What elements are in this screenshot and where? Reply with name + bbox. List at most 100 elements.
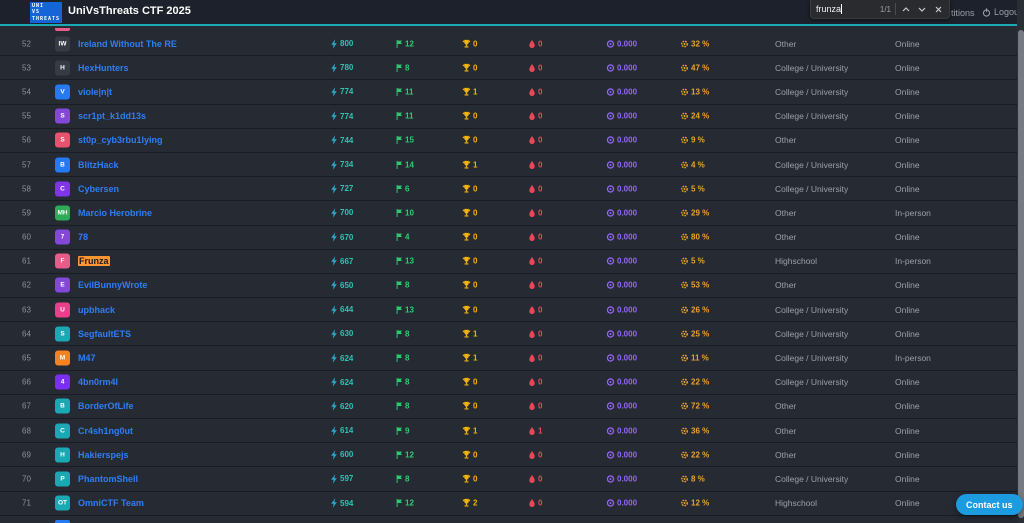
solve-percent-cell: 24 % <box>680 112 709 121</box>
team-name-link[interactable]: BorderOfLife <box>78 401 134 411</box>
team-name-link[interactable]: Marcio Herobrine <box>78 208 152 218</box>
table-row[interactable]: 68 C Cr4sh1ng0ut 614 9 1 1 0.000 36 % Ot… <box>0 419 1024 444</box>
team-name-link[interactable]: HexHunters <box>78 63 129 73</box>
status-label: In-person <box>895 207 931 218</box>
rank-label: 63 <box>22 305 31 315</box>
first-bloods-cell: 0 <box>528 499 542 508</box>
flags-cell: 8 <box>395 281 409 290</box>
category-label: Other <box>775 232 797 243</box>
table-row[interactable]: 67 B BorderOfLife 620 8 0 0 0.000 72 % O… <box>0 394 1024 419</box>
target-icon <box>606 426 615 435</box>
table-row[interactable]: 61 F Frunza 667 13 0 0 0.000 5 % Highsch… <box>0 249 1024 274</box>
team-name-link[interactable]: st0p_cyb3rbu1lying <box>78 135 163 145</box>
find-close-button[interactable] <box>932 2 944 16</box>
table-row[interactable]: 64 S SegfaultETS 630 8 1 0 0.000 25 % Co… <box>0 322 1024 347</box>
rank-label: 57 <box>22 160 31 170</box>
flag-icon <box>396 329 403 338</box>
table-row[interactable]: 57 B BlitzHack 734 14 1 0 0.000 4 % Coll… <box>0 152 1024 178</box>
table-row[interactable]: 63 U upbhack 644 13 0 0 0.000 26 % Colle… <box>0 298 1024 323</box>
target-icon <box>606 354 615 362</box>
find-input[interactable]: frunza <box>816 4 843 15</box>
flag-icon <box>396 63 403 72</box>
table-row[interactable]: 65 M M47 624 8 1 0 0.000 11 % College / … <box>0 346 1024 371</box>
logout-button[interactable]: Logout <box>982 7 1022 17</box>
team-name-link[interactable]: Ireland Without The RE <box>78 39 177 49</box>
table-row[interactable]: 56 S st0p_cyb3rbu1lying 744 15 0 0 0.000… <box>0 128 1024 153</box>
rating-cell: 0.000 <box>606 112 637 121</box>
lightning-icon <box>331 304 337 315</box>
univsthreats-logo[interactable]: UNI VS THREATS <box>30 2 62 23</box>
team-name-link[interactable]: 78 <box>78 232 88 242</box>
lightning-icon <box>331 62 337 73</box>
scrollbar-track[interactable] <box>1017 0 1024 523</box>
table-row[interactable]: 52 IW Ireland Without The RE 800 12 0 0 … <box>0 32 1024 57</box>
table-row[interactable]: 62 E EvilBunnyWrote 650 8 0 0 0.000 53 %… <box>0 273 1024 299</box>
avatar: 7 <box>55 229 70 245</box>
trophies-cell: 1 <box>462 87 477 96</box>
table-row[interactable]: 53 H HexHunters 780 8 0 0 0.000 47 % Col… <box>0 56 1024 81</box>
flag-icon <box>396 184 403 193</box>
table-row[interactable]: 71 OT OmniCTF Team 594 12 2 0 0.000 12 %… <box>0 491 1024 516</box>
team-name-link[interactable]: Frunza <box>78 256 110 267</box>
find-next-button[interactable] <box>916 2 928 16</box>
avatar: OT <box>55 495 70 511</box>
status-label: Online <box>895 280 920 291</box>
flags-cell: 13 <box>395 257 414 266</box>
team-name-link[interactable]: M47 <box>78 353 96 363</box>
trophies-cell: 0 <box>462 257 477 266</box>
team-name-link[interactable]: EvilBunnyWrote <box>78 280 147 290</box>
first-bloods-cell: 0 <box>528 39 542 48</box>
team-name-link[interactable]: SegfaultETS <box>78 329 131 339</box>
nav-competitions-partial[interactable]: titions <box>951 8 975 18</box>
avatar: V <box>55 84 70 100</box>
table-row[interactable]: 58 C Cybersen 727 6 0 0 0.000 5 % Colleg… <box>0 177 1024 202</box>
rank-label: 60 <box>22 232 31 242</box>
team-name-link[interactable]: Hakierspejs <box>78 450 129 460</box>
rank-label: 65 <box>22 353 31 363</box>
logo-line: THREATS <box>32 15 61 22</box>
status-label: Online <box>895 425 920 436</box>
team-name-link[interactable]: scr1pt_k1dd13s <box>78 111 146 121</box>
category-label: Other <box>775 135 797 146</box>
flag-icon <box>396 39 403 48</box>
avatar: B <box>55 398 70 414</box>
table-row[interactable]: 55 S scr1pt_k1dd13s 774 11 0 0 0.000 24 … <box>0 104 1024 129</box>
gear-icon <box>681 499 688 507</box>
score-cell: 780 <box>330 62 353 73</box>
first-bloods-cell: 0 <box>528 305 542 314</box>
target-icon <box>606 305 615 314</box>
team-name-link[interactable]: viole|n|t <box>78 87 112 97</box>
lightning-icon <box>331 280 337 291</box>
score-cell: 700 <box>330 208 353 218</box>
team-name-link[interactable]: 4bn0rm4l <box>78 377 118 387</box>
team-name-link[interactable]: BlitzHack <box>78 160 119 170</box>
team-name-link[interactable]: PhantomShell <box>78 474 138 484</box>
solve-percent-cell: 8 % <box>680 474 705 483</box>
table-row[interactable]: 66 4 4bn0rm4l 624 8 0 0 0.000 22 % Colle… <box>0 370 1024 395</box>
flags-cell: 15 <box>395 136 414 145</box>
flag-icon <box>396 257 403 266</box>
team-name-link[interactable]: upbhack <box>78 305 115 315</box>
gear-icon <box>681 233 688 241</box>
table-row[interactable]: 69 H Hakierspejs 600 12 0 0 0.000 22 % O… <box>0 443 1024 468</box>
gear-icon <box>681 378 688 386</box>
table-row[interactable]: 54 V viole|n|t 774 11 1 0 0.000 13 % Col… <box>0 80 1024 105</box>
find-previous-button[interactable] <box>900 2 912 16</box>
rank-label: 70 <box>22 474 31 484</box>
team-name-link[interactable]: Cr4sh1ng0ut <box>78 426 133 436</box>
gear-icon <box>681 185 688 193</box>
flag-icon <box>396 402 403 411</box>
flag-icon <box>396 87 403 96</box>
team-name-link[interactable]: OmniCTF Team <box>78 498 144 508</box>
lightning-icon <box>331 329 337 339</box>
contact-us-button[interactable]: Contact us <box>956 494 1023 515</box>
avatar: 4 <box>55 374 70 390</box>
scrollbar-thumb[interactable] <box>1017 30 1024 518</box>
table-row[interactable]: 70 P PhantomShell 597 8 0 0 0.000 8 % Co… <box>0 467 1024 492</box>
trophies-cell: 0 <box>462 378 477 387</box>
table-row[interactable]: 60 7 78 670 4 0 0 0.000 80 % Other Onlin… <box>0 225 1024 250</box>
status-label: Online <box>895 62 920 73</box>
team-name-link[interactable]: Cybersen <box>78 184 119 194</box>
table-row[interactable]: 59 MH Marcio Herobrine 700 10 0 0 0.000 … <box>0 201 1024 226</box>
category-label: College / University <box>775 183 849 194</box>
